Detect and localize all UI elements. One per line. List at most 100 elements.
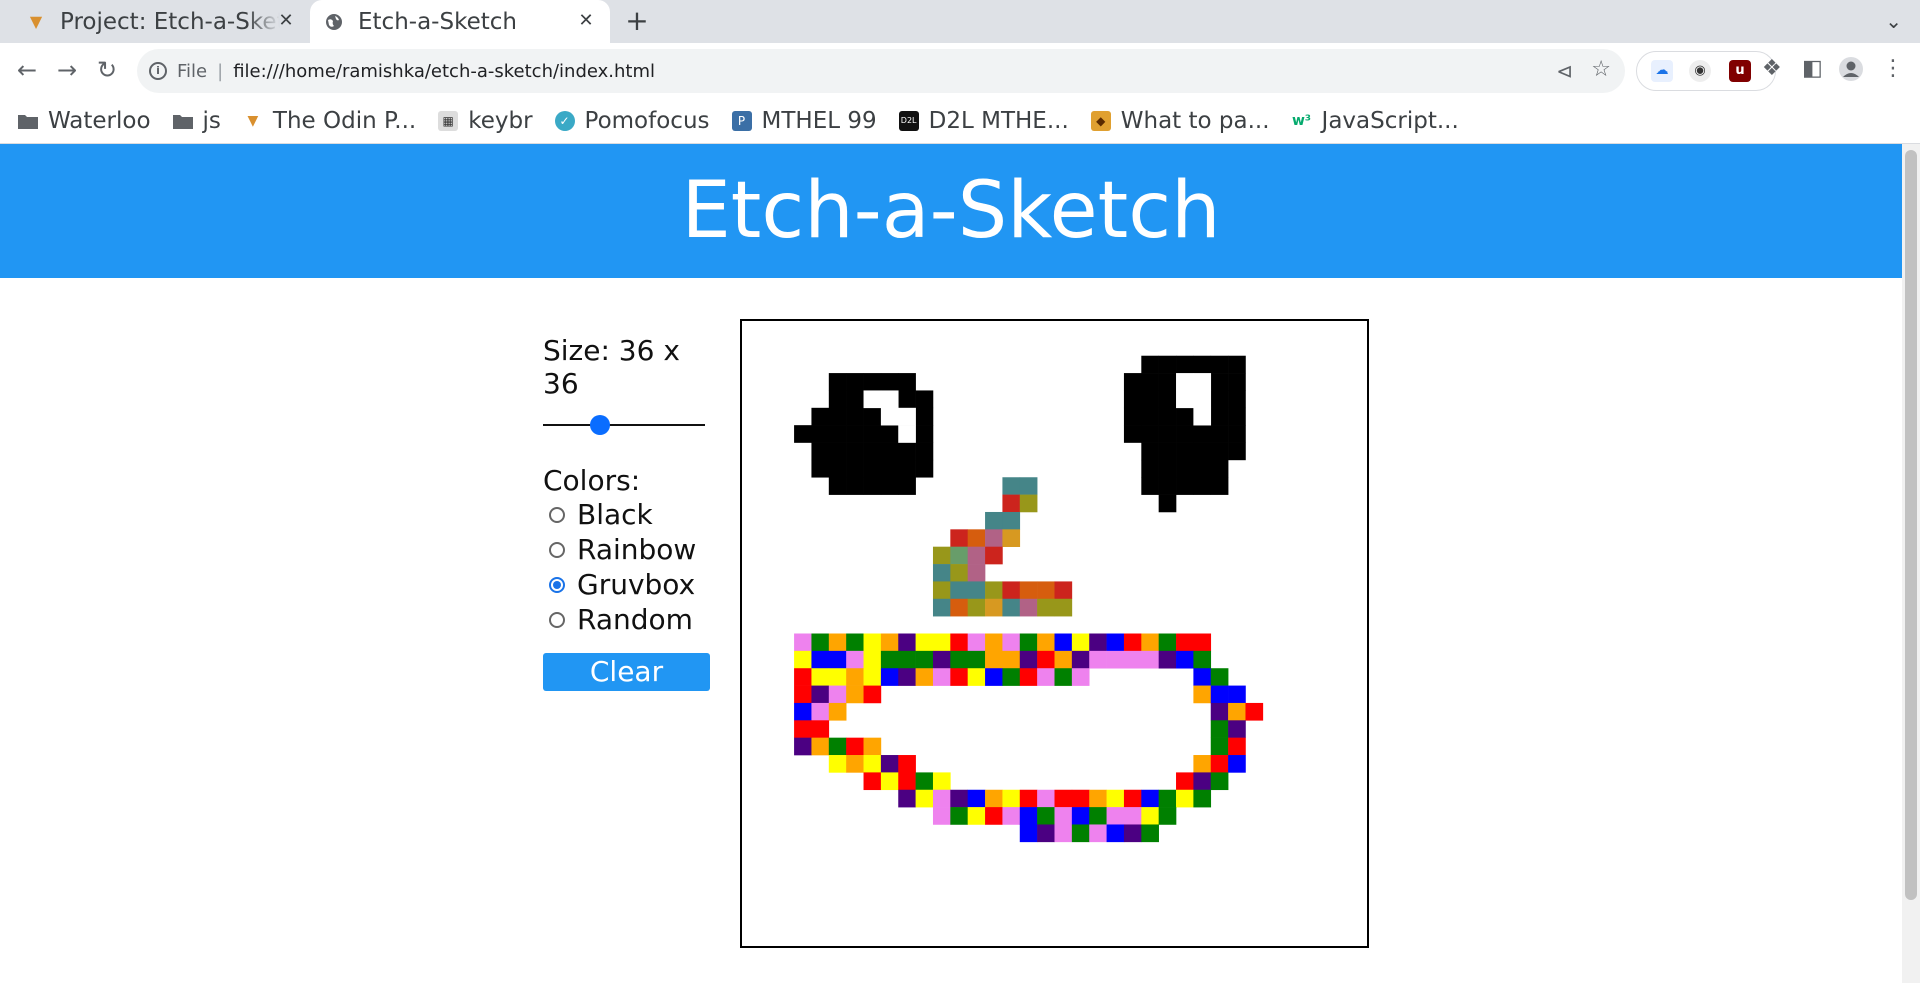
grid-cell[interactable] (1193, 390, 1212, 409)
grid-cell[interactable] (950, 668, 968, 686)
grid-cell[interactable] (1141, 390, 1159, 409)
grid-cell[interactable] (1019, 581, 1038, 600)
grid-cell[interactable] (1141, 407, 1159, 426)
grid-cell[interactable] (1158, 442, 1177, 461)
grid-cell[interactable] (828, 633, 847, 652)
grid-cell[interactable] (1141, 477, 1159, 495)
grid-cell[interactable] (828, 477, 847, 495)
grid-cell[interactable] (811, 702, 830, 721)
grid-cell[interactable] (898, 633, 916, 652)
grid-cell[interactable] (1054, 789, 1073, 808)
extension-cloud-icon[interactable]: ☁ (1651, 60, 1673, 82)
address-bar[interactable]: i File | file:///home/ramishka/etch-a-sk… (137, 49, 1625, 93)
grid-cell[interactable] (898, 789, 916, 808)
grid-cell[interactable] (794, 702, 812, 721)
size-slider-thumb[interactable] (589, 415, 610, 435)
grid-cell[interactable] (1176, 772, 1194, 791)
grid-cell[interactable] (1071, 668, 1090, 686)
grid-cell[interactable] (863, 442, 882, 461)
grid-cell[interactable] (985, 668, 1003, 686)
grid-cell[interactable] (880, 425, 899, 443)
grid-cell[interactable] (1158, 390, 1177, 409)
grid-cell[interactable] (898, 459, 916, 478)
grid-cell[interactable] (846, 650, 864, 669)
tab-etch-a-sketch[interactable]: Etch-a-Sketch ✕ (310, 0, 610, 43)
grid-cell[interactable] (898, 442, 916, 461)
grid-cell[interactable] (898, 373, 916, 391)
grid-cell[interactable] (985, 633, 1003, 652)
grid-cell[interactable] (932, 668, 951, 686)
grid-cell[interactable] (863, 737, 882, 756)
grid-cell[interactable] (1228, 407, 1246, 426)
grid-cell[interactable] (1123, 373, 1142, 391)
grid-cell[interactable] (932, 564, 951, 582)
grid-cell[interactable] (1176, 373, 1194, 391)
grid-cell[interactable] (915, 650, 934, 669)
grid-cell[interactable] (846, 685, 864, 704)
grid-cell[interactable] (1210, 720, 1229, 738)
grid-cell[interactable] (1019, 650, 1038, 669)
grid-cell[interactable] (1019, 668, 1038, 686)
grid-cell[interactable] (863, 633, 882, 652)
grid-cell[interactable] (950, 633, 968, 652)
grid-cell[interactable] (985, 650, 1003, 669)
grid-cell[interactable] (811, 425, 830, 443)
grid-cell[interactable] (1019, 807, 1038, 825)
bookmark-js[interactable]: js (172, 108, 221, 134)
grid-cell[interactable] (1071, 650, 1090, 669)
grid-cell[interactable] (898, 772, 916, 791)
grid-cell[interactable] (1176, 407, 1194, 426)
grid-cell[interactable] (1210, 772, 1229, 791)
grid-cell[interactable] (967, 668, 986, 686)
grid-cell[interactable] (863, 373, 882, 391)
grid-cell[interactable] (1002, 511, 1021, 530)
grid-cell[interactable] (1176, 459, 1194, 478)
grid-cell[interactable] (985, 807, 1003, 825)
grid-cell[interactable] (1054, 824, 1073, 843)
grid-cell[interactable] (1193, 425, 1212, 443)
grid-cell[interactable] (1037, 789, 1055, 808)
grid-cell[interactable] (1037, 824, 1055, 843)
extensions-puzzle-icon[interactable]: ❖ (1762, 56, 1782, 81)
grid-cell[interactable] (1089, 789, 1107, 808)
grid-cell[interactable] (828, 373, 847, 391)
grid-cell[interactable] (1141, 425, 1159, 443)
grid-cell[interactable] (846, 459, 864, 478)
grid-cell[interactable] (1176, 650, 1194, 669)
grid-cell[interactable] (1228, 390, 1246, 409)
grid-cell[interactable] (1141, 650, 1159, 669)
grid-cell[interactable] (863, 407, 882, 426)
grid-cell[interactable] (1002, 789, 1021, 808)
grid-cell[interactable] (828, 425, 847, 443)
grid-cell[interactable] (967, 529, 986, 547)
grid-cell[interactable] (1158, 633, 1177, 652)
grid-cell[interactable] (1037, 581, 1055, 600)
back-icon[interactable]: ← (12, 55, 42, 85)
grid-cell[interactable] (1158, 373, 1177, 391)
grid-cell[interactable] (863, 772, 882, 791)
grid-cell[interactable] (846, 390, 864, 409)
grid-cell[interactable] (932, 772, 951, 791)
bookmark-d2l[interactable]: D2L D2L MTHE... (898, 108, 1069, 134)
grid-cell[interactable] (880, 650, 899, 669)
grid-cell[interactable] (1228, 355, 1246, 374)
grid-cell[interactable] (1158, 477, 1177, 495)
grid-cell[interactable] (898, 425, 916, 443)
grid-cell[interactable] (1210, 442, 1229, 461)
grid-cell[interactable] (1141, 824, 1159, 843)
grid-cell[interactable] (1228, 442, 1246, 461)
grid-cell[interactable] (1141, 633, 1159, 652)
grid-cell[interactable] (1002, 668, 1021, 686)
grid-cell[interactable] (811, 650, 830, 669)
grid-cell[interactable] (1002, 494, 1021, 513)
grid-cell[interactable] (932, 650, 951, 669)
grid-cell[interactable] (1123, 789, 1142, 808)
grid-cell[interactable] (1228, 425, 1246, 443)
grid-cell[interactable] (1106, 824, 1125, 843)
grid-cell[interactable] (863, 425, 882, 443)
grid-cell[interactable] (811, 407, 830, 426)
bookmark-pomofocus[interactable]: ✓ Pomofocus (554, 108, 710, 134)
grid-cell[interactable] (1193, 685, 1212, 704)
grid-cell[interactable] (1071, 824, 1090, 843)
grid-cell[interactable] (967, 581, 986, 600)
